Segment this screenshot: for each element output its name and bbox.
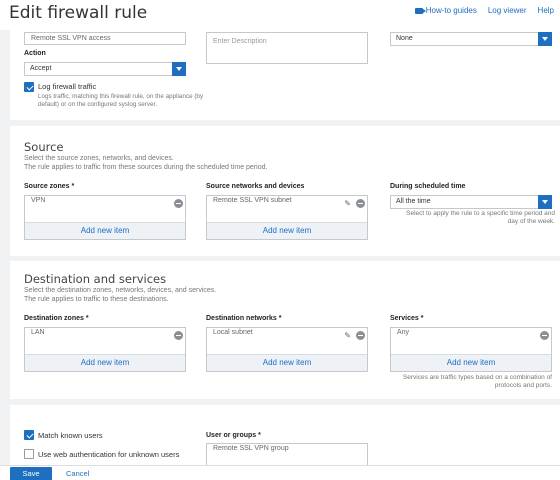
save-button[interactable]: Save xyxy=(10,467,52,480)
services-label-text: Services xyxy=(390,315,419,322)
help-link[interactable]: Help xyxy=(538,6,554,15)
destination-networks-label: Destination networks * xyxy=(206,315,281,322)
add-source-network-button[interactable]: Add new item xyxy=(207,222,367,239)
destination-zones-list: LAN Add new item xyxy=(24,327,186,372)
rule-position-value: None xyxy=(396,35,413,42)
add-source-zone-button[interactable]: Add new item xyxy=(25,222,185,239)
schedule-label: During scheduled time xyxy=(390,183,466,190)
log-traffic-checkbox[interactable] xyxy=(24,82,34,92)
source-desc-line-2: The rule applies to traffic from these s… xyxy=(24,164,268,171)
remove-icon[interactable] xyxy=(174,199,183,208)
add-destination-network-button[interactable]: Add new item xyxy=(207,354,367,371)
source-networks-label: Source networks and devices xyxy=(206,183,305,190)
user-groups-list: Remote SSL VPN group xyxy=(206,443,368,465)
list-item: Local subnet xyxy=(213,329,253,336)
chevron-down-icon xyxy=(538,32,552,46)
destination-zones-label: Destination zones * xyxy=(24,315,89,322)
page-title: Edit firewall rule xyxy=(9,3,148,23)
schedule-hint-line-1: Select to apply the rule to a specific t… xyxy=(406,210,555,217)
cancel-button[interactable]: Cancel xyxy=(66,467,89,480)
destination-zones-label-text: Destination zones xyxy=(24,315,84,322)
source-zones-list: VPN Add new item xyxy=(24,195,186,240)
users-panel: Match known users Use web authentication… xyxy=(10,405,560,465)
web-auth-checkbox[interactable] xyxy=(24,449,34,459)
schedule-hint: Select to apply the rule to a specific t… xyxy=(390,210,555,226)
required-mark: * xyxy=(278,315,282,322)
required-mark: * xyxy=(258,432,261,439)
web-auth-label: Use web authentication for unknown users xyxy=(38,450,180,459)
source-networks-list: Remote SSL VPN subnet ✎ Add new item xyxy=(206,195,368,240)
remove-icon[interactable] xyxy=(174,331,183,340)
general-panel: Remote SSL VPN access Enter Description … xyxy=(10,30,560,120)
services-hint-line-2: protocols and ports. xyxy=(494,382,552,389)
remove-icon[interactable] xyxy=(540,331,549,340)
add-service-button[interactable]: Add new item xyxy=(391,354,551,371)
log-desc-line-2: default) or on the configured syslog ser… xyxy=(38,101,158,108)
video-camera-icon xyxy=(414,7,426,14)
services-label: Services * xyxy=(390,315,424,322)
rule-name-input[interactable]: Remote SSL VPN access xyxy=(24,32,186,45)
list-item: Remote SSL VPN subnet xyxy=(213,197,292,204)
destination-desc-line-1: Select the destination zones, networks, … xyxy=(24,287,217,294)
services-hint-line-1: Services are traffic types based on a co… xyxy=(402,374,552,381)
list-item: LAN xyxy=(31,329,45,336)
source-desc: Select the source zones, networks, and d… xyxy=(24,154,267,172)
log-traffic-label: Log firewall traffic xyxy=(38,82,97,91)
list-item: Any xyxy=(397,329,410,336)
destination-title: Destination and services xyxy=(24,272,167,286)
list-item: Remote SSL VPN group xyxy=(213,445,289,452)
add-destination-zone-button[interactable]: Add new item xyxy=(25,354,185,371)
required-mark: * xyxy=(71,183,75,190)
source-zones-label-text: Source zones xyxy=(24,183,70,190)
services-list: Any Add new item xyxy=(390,327,552,372)
source-panel: Source Select the source zones, networks… xyxy=(10,126,560,256)
destination-desc-line-2: The rule applies to traffic to these des… xyxy=(24,296,169,303)
list-item: VPN xyxy=(31,197,46,204)
required-mark: * xyxy=(85,315,89,322)
destination-desc: Select the destination zones, networks, … xyxy=(24,286,216,304)
schedule-select[interactable]: All the time xyxy=(390,195,552,209)
how-to-guides-link[interactable]: How-to guides xyxy=(414,6,477,15)
action-select[interactable]: Accept xyxy=(24,62,186,76)
action-label: Action xyxy=(24,50,46,57)
destination-panel: Destination and services Select the dest… xyxy=(10,261,560,399)
log-viewer-link[interactable]: Log viewer xyxy=(488,6,527,15)
user-groups-label: User or groups * xyxy=(206,432,261,439)
destination-networks-list: Local subnet ✎ Add new item xyxy=(206,327,368,372)
chevron-down-icon xyxy=(538,195,552,209)
how-to-guides-label: How-to guides xyxy=(425,6,477,15)
rule-position-select[interactable]: None xyxy=(390,32,552,46)
header-links: How-to guides Log viewer Help xyxy=(414,6,554,15)
user-groups-label-text: User or groups xyxy=(206,432,257,439)
source-zones-label: Source zones * xyxy=(24,183,74,190)
services-hint: Services are traffic types based on a co… xyxy=(370,374,552,390)
match-known-users-checkbox[interactable] xyxy=(24,430,34,440)
required-mark: * xyxy=(420,315,424,322)
remove-icon[interactable] xyxy=(356,199,365,208)
description-textarea[interactable]: Enter Description xyxy=(206,32,368,64)
page-header: Edit firewall rule How-to guides Log vie… xyxy=(0,0,560,30)
action-value: Accept xyxy=(30,65,52,72)
pencil-icon[interactable]: ✎ xyxy=(344,199,351,208)
schedule-hint-line-2: day of the week. xyxy=(507,218,555,225)
destination-networks-label-text: Destination networks xyxy=(206,315,277,322)
footer-bar: Save Cancel xyxy=(0,465,560,480)
chevron-down-icon xyxy=(172,62,186,76)
schedule-value: All the time xyxy=(396,198,431,205)
log-traffic-desc: Logs traffic, matching this firewall rul… xyxy=(38,93,203,109)
remove-icon[interactable] xyxy=(356,331,365,340)
source-title: Source xyxy=(24,140,64,154)
pencil-icon[interactable]: ✎ xyxy=(344,331,351,340)
match-known-users-label: Match known users xyxy=(38,431,103,440)
log-desc-line-1: Logs traffic, matching this firewall rul… xyxy=(38,93,204,100)
source-desc-line-1: Select the source zones, networks, and d… xyxy=(24,155,174,162)
